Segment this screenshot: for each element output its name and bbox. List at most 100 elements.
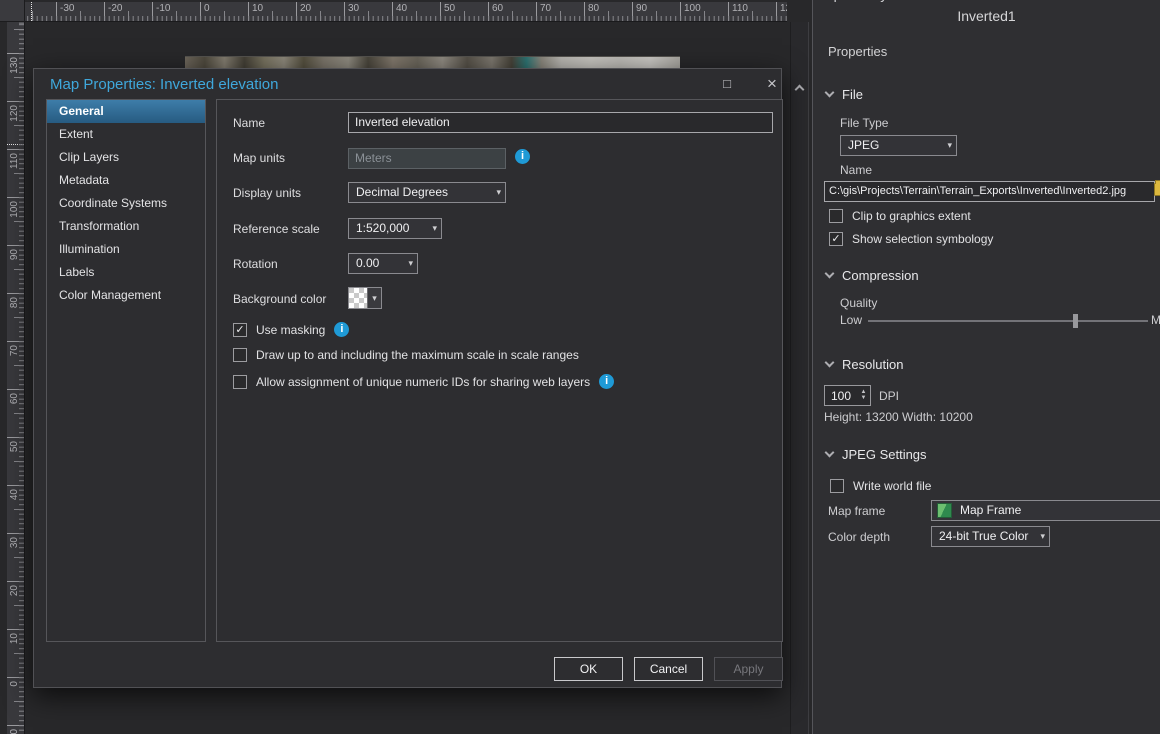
selection-symbology-row[interactable]: ✓ Show selection symbology bbox=[829, 232, 993, 246]
maximize-icon[interactable]: □ bbox=[715, 73, 739, 95]
dialog-tab-list: GeneralExtentClip LayersMetadataCoordina… bbox=[46, 99, 206, 642]
ruler-tick-label: 120 bbox=[7, 101, 24, 102]
rotation-value: 0.00 bbox=[356, 256, 379, 270]
ruler-tick-label: 50 bbox=[7, 437, 24, 438]
dialog-option-row[interactable]: Draw up to and including the maximum sca… bbox=[233, 348, 579, 362]
layout-name: Inverted1 bbox=[813, 8, 1160, 24]
jpeg-settings-section-title: JPEG Settings bbox=[842, 447, 927, 462]
ruler-tick-label: 70 bbox=[7, 341, 24, 342]
quality-slider-handle[interactable] bbox=[1073, 314, 1078, 328]
checkbox[interactable] bbox=[233, 348, 247, 362]
pane-header-text: Export Layout bbox=[816, 0, 1036, 3]
dialog-tab-illumination[interactable]: Illumination bbox=[47, 238, 205, 261]
ruler-tick-label: 90 bbox=[632, 2, 633, 21]
resolution-section-header[interactable]: Resolution bbox=[826, 357, 903, 372]
dpi-value[interactable]: 100 bbox=[825, 389, 857, 403]
info-icon[interactable]: i bbox=[334, 322, 349, 337]
chevron-down-icon: ▾ bbox=[408, 254, 413, 273]
dialog-option-row[interactable]: Allow assignment of unique numeric IDs f… bbox=[233, 374, 614, 389]
dialog-tab-labels[interactable]: Labels bbox=[47, 261, 205, 284]
file-section-header[interactable]: File bbox=[826, 87, 863, 102]
dialog-tab-coordinate-systems[interactable]: Coordinate Systems bbox=[47, 192, 205, 215]
dialog-tab-color-management[interactable]: Color Management bbox=[47, 284, 205, 307]
reference-scale-dropdown[interactable]: 1:520,000 ▾ bbox=[348, 218, 442, 239]
horizontal-ruler: -30-20-100102030405060708090100110120 bbox=[25, 2, 787, 22]
chevron-down-icon: ▾ bbox=[496, 183, 501, 202]
dialog-tab-clip-layers[interactable]: Clip Layers bbox=[47, 146, 205, 169]
chevron-down-icon: ▾ bbox=[432, 219, 437, 238]
compression-section-header[interactable]: Compression bbox=[826, 268, 919, 283]
scroll-up-icon[interactable] bbox=[795, 85, 805, 95]
ruler-tick-label: 30 bbox=[344, 2, 345, 21]
output-dimensions: Height: 13200 Width: 10200 bbox=[824, 410, 973, 424]
clip-extent-label: Clip to graphics extent bbox=[852, 209, 971, 223]
ruler-tick-label: -10 bbox=[7, 725, 24, 726]
quality-slider-track[interactable] bbox=[868, 320, 1148, 322]
name-label: Name bbox=[233, 116, 265, 130]
write-world-file-row[interactable]: Write world file bbox=[830, 479, 931, 493]
close-icon[interactable]: × bbox=[760, 73, 784, 95]
map-units-input: Meters bbox=[348, 148, 506, 169]
quality-label: Quality bbox=[840, 296, 877, 310]
file-section-title: File bbox=[842, 87, 863, 102]
ruler-tick-label: -10 bbox=[152, 2, 153, 21]
chevron-expanded-icon bbox=[825, 358, 835, 368]
transparent-color-swatch bbox=[349, 288, 368, 308]
file-type-label: File Type bbox=[840, 116, 888, 130]
ruler-tick-label: 100 bbox=[680, 2, 681, 21]
vertical-ruler: 1301201101009080706050403020100-10 bbox=[7, 22, 25, 734]
ruler-tick-label: -20 bbox=[104, 2, 105, 21]
ok-button[interactable]: OK bbox=[554, 657, 623, 681]
checkbox[interactable]: ✓ bbox=[829, 232, 843, 246]
dialog-tab-transformation[interactable]: Transformation bbox=[47, 215, 205, 238]
color-depth-dropdown[interactable]: 24-bit True Color ▾ bbox=[931, 526, 1050, 547]
spin-down-icon[interactable]: ▼ bbox=[861, 396, 867, 401]
rotation-combobox[interactable]: 0.00 ▾ bbox=[348, 253, 418, 274]
chevron-down-icon: ▾ bbox=[947, 136, 952, 155]
jpeg-settings-section-header[interactable]: JPEG Settings bbox=[826, 447, 927, 462]
quality-low-label: Low bbox=[840, 313, 862, 327]
reference-scale-value: 1:520,000 bbox=[356, 221, 409, 235]
ruler-tick-label: 20 bbox=[7, 581, 24, 582]
background-color-picker[interactable]: ▾ bbox=[348, 287, 382, 309]
ruler-tick-label: 10 bbox=[7, 629, 24, 630]
file-path-input[interactable]: C:\gis\Projects\Terrain\Terrain_Exports\… bbox=[824, 181, 1155, 202]
ruler-tick-label: 90 bbox=[7, 245, 24, 246]
ruler-tick-label: 30 bbox=[7, 533, 24, 534]
write-world-file-label: Write world file bbox=[853, 479, 931, 493]
spinner-arrows[interactable]: ▲ ▼ bbox=[857, 390, 870, 401]
checkbox[interactable]: ✓ bbox=[233, 323, 247, 337]
compression-section-title: Compression bbox=[842, 268, 919, 283]
layout-vertical-scrollbar[interactable] bbox=[790, 22, 809, 734]
dialog-tab-general[interactable]: General bbox=[47, 100, 205, 123]
layout-map-preview-strip bbox=[185, 56, 680, 68]
clip-extent-row[interactable]: Clip to graphics extent bbox=[829, 209, 971, 223]
file-type-dropdown[interactable]: JPEG ▾ bbox=[840, 135, 957, 156]
ruler-tick-label: 10 bbox=[248, 2, 249, 21]
dpi-label: DPI bbox=[879, 389, 899, 403]
background-color-label: Background color bbox=[233, 292, 326, 306]
map-frame-dropdown[interactable]: Map Frame bbox=[931, 500, 1160, 521]
name-input[interactable]: Inverted elevation bbox=[348, 112, 773, 133]
ruler-tick-label: -30 bbox=[56, 2, 57, 21]
cancel-button[interactable]: Cancel bbox=[634, 657, 703, 681]
checkbox[interactable] bbox=[233, 375, 247, 389]
ruler-cursor-marker bbox=[31, 2, 32, 21]
export-pane: Export Layout Inverted1 Properties File … bbox=[812, 0, 1160, 734]
ruler-tick-label: 50 bbox=[440, 2, 441, 21]
dialog-tab-extent[interactable]: Extent bbox=[47, 123, 205, 146]
quality-max-label: Max bbox=[1151, 313, 1160, 327]
info-icon[interactable]: i bbox=[515, 149, 530, 164]
dpi-spinner[interactable]: 100 ▲ ▼ bbox=[824, 385, 871, 406]
dialog-tab-metadata[interactable]: Metadata bbox=[47, 169, 205, 192]
display-units-label: Display units bbox=[233, 186, 301, 200]
checkbox[interactable] bbox=[830, 479, 844, 493]
map-units-label: Map units bbox=[233, 151, 285, 165]
browse-folder-icon[interactable] bbox=[1154, 183, 1160, 196]
checkbox[interactable] bbox=[829, 209, 843, 223]
dialog-option-row[interactable]: ✓Use maskingi bbox=[233, 322, 349, 337]
info-icon[interactable]: i bbox=[599, 374, 614, 389]
dialog-content-panel: Name Inverted elevation Map units Meters… bbox=[216, 99, 783, 642]
display-units-dropdown[interactable]: Decimal Degrees ▾ bbox=[348, 182, 506, 203]
file-type-value: JPEG bbox=[848, 138, 879, 152]
